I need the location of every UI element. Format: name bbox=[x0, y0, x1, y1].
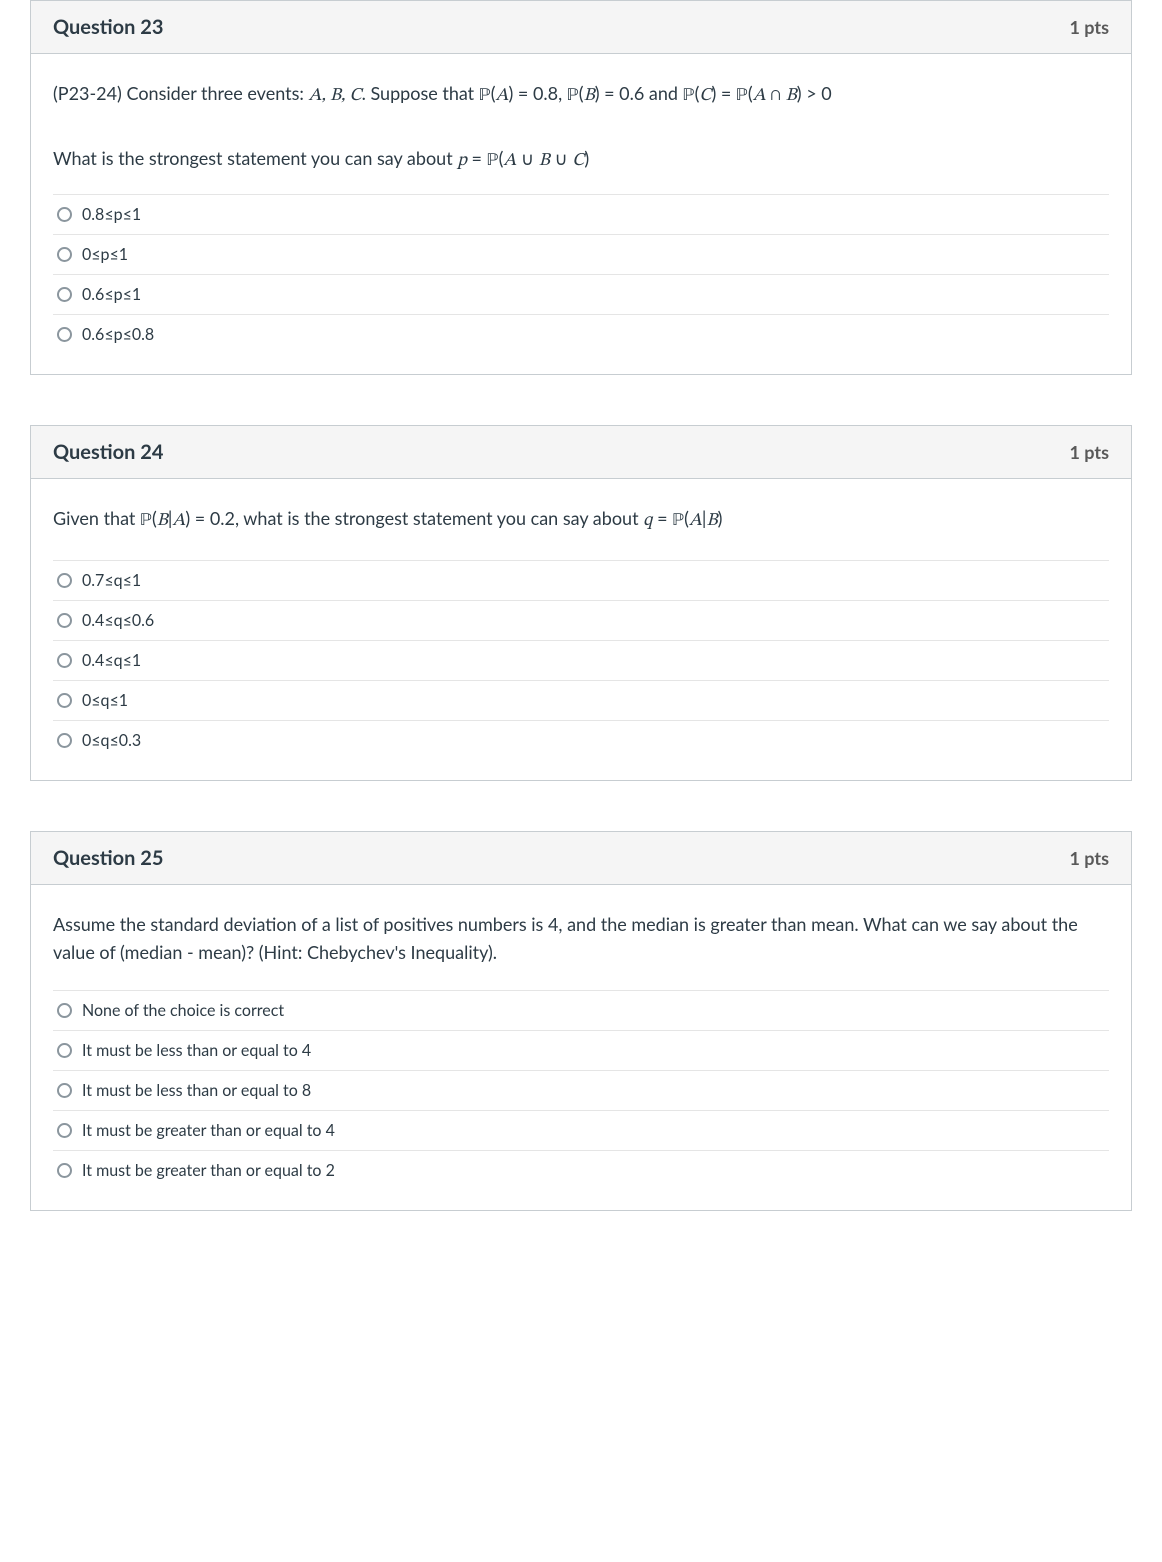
answer-option[interactable]: 0≤q≤0.3 bbox=[53, 721, 1109, 760]
answer-radio[interactable] bbox=[57, 1043, 72, 1058]
question-points: 1 pts bbox=[1069, 441, 1109, 463]
answer-label: None of the choice is correct bbox=[82, 1001, 284, 1020]
answer-option[interactable]: 0.7≤q≤1 bbox=[53, 561, 1109, 601]
answer-label: 0≤q≤0.3 bbox=[82, 731, 141, 750]
answer-radio[interactable] bbox=[57, 653, 72, 668]
answer-label: 0≤p≤1 bbox=[82, 245, 128, 264]
question-card: Question 23 1 pts (P23-24) Consider thre… bbox=[30, 0, 1132, 375]
answer-label: It must be greater than or equal to 4 bbox=[82, 1121, 335, 1140]
question-title: Question 24 bbox=[53, 440, 163, 464]
question-prompt: Given that ℙ(B|A) = 0.2, what is the str… bbox=[53, 505, 1109, 536]
answer-label: It must be greater than or equal to 2 bbox=[82, 1161, 335, 1180]
answer-option[interactable]: 0≤p≤1 bbox=[53, 235, 1109, 275]
question-body: (P23-24) Consider three events: A, B, C.… bbox=[31, 54, 1131, 374]
answer-radio[interactable] bbox=[57, 1163, 72, 1178]
answer-radio[interactable] bbox=[57, 573, 72, 588]
answer-label: 0.8≤p≤1 bbox=[82, 205, 141, 224]
answer-option[interactable]: 0.4≤q≤0.6 bbox=[53, 601, 1109, 641]
answer-radio[interactable] bbox=[57, 1003, 72, 1018]
answer-option[interactable]: 0.4≤q≤1 bbox=[53, 641, 1109, 681]
answer-option[interactable]: It must be less than or equal to 8 bbox=[53, 1071, 1109, 1111]
answer-option[interactable]: It must be less than or equal to 4 bbox=[53, 1031, 1109, 1071]
question-body: Assume the standard deviation of a list … bbox=[31, 885, 1131, 1211]
question-header: Question 24 1 pts bbox=[31, 426, 1131, 479]
answer-list: None of the choice is correct It must be… bbox=[53, 990, 1109, 1190]
answer-radio[interactable] bbox=[57, 247, 72, 262]
question-header: Question 23 1 pts bbox=[31, 1, 1131, 54]
question-prompt: (P23-24) Consider three events: A, B, C.… bbox=[53, 80, 1109, 111]
answer-list: 0.8≤p≤1 0≤p≤1 0.6≤p≤1 0.6≤p≤0.8 bbox=[53, 194, 1109, 354]
answer-label: 0.4≤q≤1 bbox=[82, 651, 141, 670]
answer-option[interactable]: 0≤q≤1 bbox=[53, 681, 1109, 721]
answer-radio[interactable] bbox=[57, 207, 72, 222]
question-prompt: Assume the standard deviation of a list … bbox=[53, 911, 1109, 967]
question-points: 1 pts bbox=[1069, 847, 1109, 869]
question-title: Question 23 bbox=[53, 15, 163, 39]
answer-radio[interactable] bbox=[57, 693, 72, 708]
question-card: Question 25 1 pts Assume the standard de… bbox=[30, 831, 1132, 1212]
answer-option[interactable]: 0.8≤p≤1 bbox=[53, 195, 1109, 235]
answer-radio[interactable] bbox=[57, 613, 72, 628]
answer-radio[interactable] bbox=[57, 733, 72, 748]
answer-label: It must be less than or equal to 4 bbox=[82, 1041, 311, 1060]
answer-label: It must be less than or equal to 8 bbox=[82, 1081, 311, 1100]
answer-radio[interactable] bbox=[57, 1123, 72, 1138]
question-body: Given that ℙ(B|A) = 0.2, what is the str… bbox=[31, 479, 1131, 780]
answer-list: 0.7≤q≤1 0.4≤q≤0.6 0.4≤q≤1 0≤q≤1 0≤q≤0.3 bbox=[53, 560, 1109, 760]
answer-option[interactable]: 0.6≤p≤1 bbox=[53, 275, 1109, 315]
question-card: Question 24 1 pts Given that ℙ(B|A) = 0.… bbox=[30, 425, 1132, 781]
question-header: Question 25 1 pts bbox=[31, 832, 1131, 885]
answer-label: 0.6≤p≤1 bbox=[82, 285, 141, 304]
question-title: Question 25 bbox=[53, 846, 163, 870]
answer-label: 0.4≤q≤0.6 bbox=[82, 611, 154, 630]
answer-label: 0≤q≤1 bbox=[82, 691, 128, 710]
answer-label: 0.7≤q≤1 bbox=[82, 571, 141, 590]
answer-radio[interactable] bbox=[57, 287, 72, 302]
answer-option[interactable]: It must be greater than or equal to 2 bbox=[53, 1151, 1109, 1190]
answer-option[interactable]: It must be greater than or equal to 4 bbox=[53, 1111, 1109, 1151]
answer-radio[interactable] bbox=[57, 1083, 72, 1098]
answer-option[interactable]: 0.6≤p≤0.8 bbox=[53, 315, 1109, 354]
answer-option[interactable]: None of the choice is correct bbox=[53, 991, 1109, 1031]
question-subprompt: What is the strongest statement you can … bbox=[53, 145, 1109, 176]
question-points: 1 pts bbox=[1069, 16, 1109, 38]
answer-radio[interactable] bbox=[57, 327, 72, 342]
answer-label: 0.6≤p≤0.8 bbox=[82, 325, 154, 344]
